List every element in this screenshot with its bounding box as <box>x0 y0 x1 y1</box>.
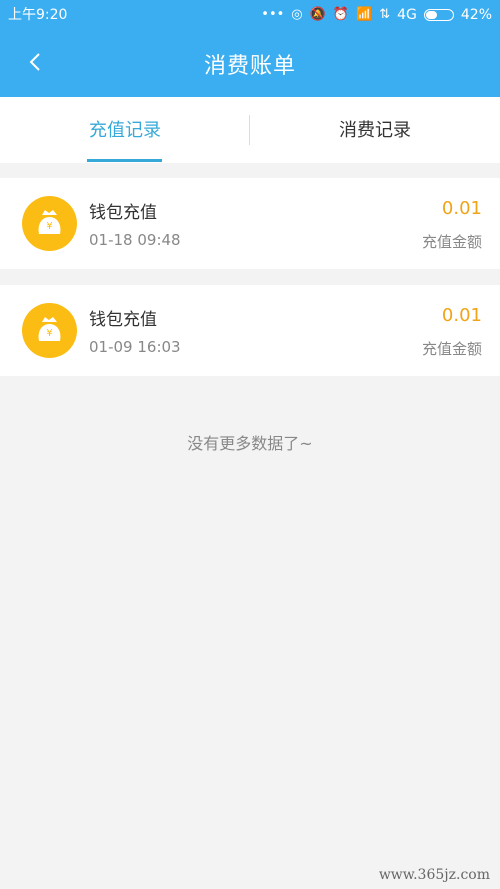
no-more-data-text: 没有更多数据了~ <box>187 434 313 453</box>
status-bar: 上午9:20 ••• ◎ 🔕 ⏰ 📶 ⇅ 4G 42% <box>0 0 500 30</box>
tab-recharge-records[interactable]: 充值记录 <box>0 97 250 163</box>
page-title: 消费账单 <box>203 54 296 79</box>
tab-consumption-records[interactable]: 消费记录 <box>250 97 500 163</box>
record-name: 钱包充值 <box>89 310 157 330</box>
record-amount-label: 充值金额 <box>421 340 482 358</box>
data-arrows-icon: ⇅ <box>379 7 391 22</box>
money-bag-icon: ¥ <box>22 196 77 251</box>
active-tab-indicator <box>87 159 162 162</box>
tab-bar: 充值记录 消费记录 <box>0 97 500 163</box>
record-amount-label: 充值金额 <box>421 233 482 251</box>
mute-icon: 🔕 <box>309 7 326 22</box>
status-time: 上午9:20 <box>8 7 68 23</box>
list-item[interactable]: ¥ 钱包充值 01-18 09:48 0.01 充值金额 <box>0 178 500 269</box>
hd-signal-icon: 📶 <box>356 7 373 22</box>
status-icons: ••• ◎ 🔕 ⏰ 📶 ⇅ 4G 42% <box>261 0 492 30</box>
record-time: 01-18 09:48 <box>89 231 181 249</box>
svg-text:¥: ¥ <box>46 328 52 339</box>
record-time: 01-09 16:03 <box>89 338 181 356</box>
signal-icon: ◎ <box>291 7 303 22</box>
record-amount: 0.01 <box>441 198 482 219</box>
money-bag-icon: ¥ <box>22 303 77 358</box>
battery-icon <box>423 9 454 21</box>
header: 上午9:20 ••• ◎ 🔕 ⏰ 📶 ⇅ 4G 42% 消费账单 <box>0 0 500 97</box>
svg-text:¥: ¥ <box>46 221 52 232</box>
battery-level: 42% <box>460 7 492 23</box>
record-name: 钱包充值 <box>89 203 157 223</box>
watermark: www.365jz.com <box>378 867 490 883</box>
more-dots-icon: ••• <box>261 7 285 22</box>
list-item[interactable]: ¥ 钱包充值 01-09 16:03 0.01 充值金额 <box>0 285 500 376</box>
nav-bar: 消费账单 <box>0 30 500 97</box>
record-amount: 0.01 <box>441 305 482 326</box>
network-label: 4G <box>397 7 417 23</box>
alarm-icon: ⏰ <box>332 7 350 22</box>
